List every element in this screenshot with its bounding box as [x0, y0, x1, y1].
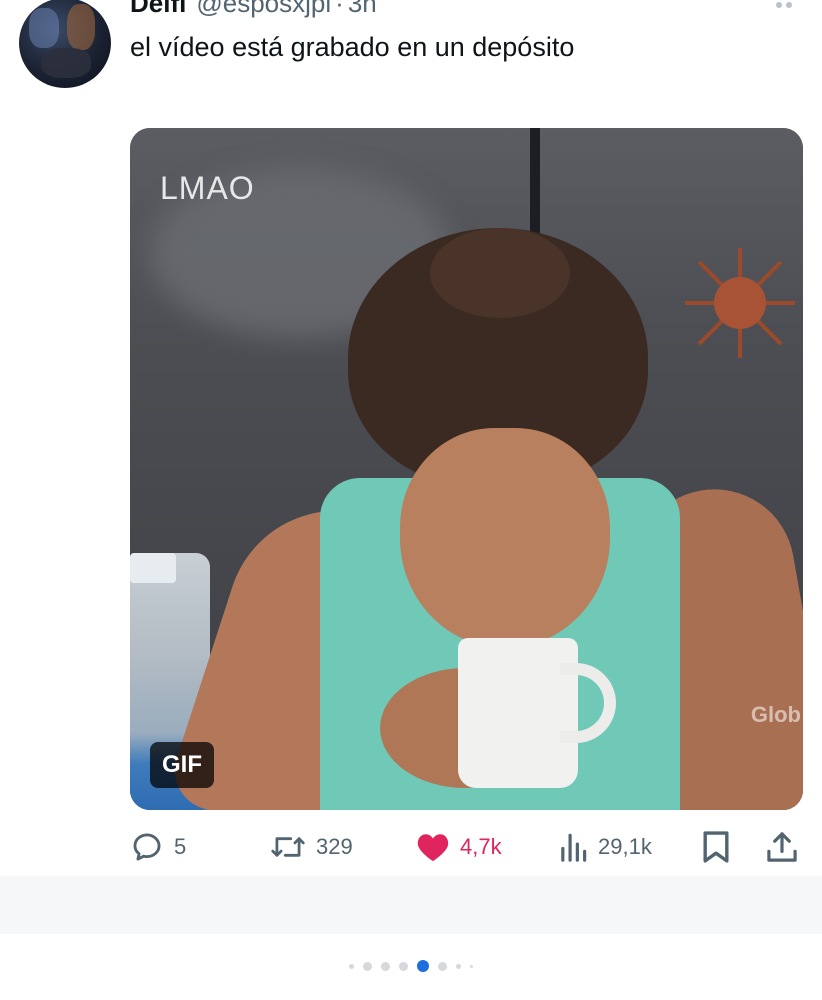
tweet-header: Delfi @esposxjpl · 3h	[130, 0, 377, 24]
page-dot[interactable]	[349, 963, 354, 969]
page-dot[interactable]	[381, 961, 390, 971]
page-dot-active[interactable]	[417, 960, 429, 972]
author-name[interactable]: Delfi	[130, 0, 186, 19]
analytics-icon	[561, 833, 587, 862]
author-handle[interactable]: @esposxjpl	[196, 0, 331, 19]
more-options-button[interactable]	[776, 0, 800, 12]
share-button[interactable]	[766, 824, 798, 870]
watermark: Glob	[750, 702, 801, 727]
like-button[interactable]: 4,7k	[416, 824, 502, 870]
timestamp[interactable]: 3h	[348, 0, 377, 19]
gif-badge[interactable]: GIF	[150, 742, 214, 788]
gif-caption: LMAO	[160, 170, 255, 206]
bookmark-button[interactable]	[702, 824, 730, 870]
views-button[interactable]: 29,1k	[558, 824, 652, 870]
avatar[interactable]	[19, 0, 111, 88]
face	[400, 428, 610, 648]
retweet-count: 329	[316, 834, 353, 859]
share-icon	[767, 832, 797, 862]
sun-decoration	[685, 248, 795, 358]
tweet[interactable]: Delfi @esposxjpl · 3h el vídeo está grab…	[0, 0, 822, 876]
reply-button[interactable]: 5	[130, 824, 186, 870]
page-dot[interactable]	[363, 961, 372, 971]
separator: ·	[335, 0, 344, 18]
action-bar: 5 329 4,7k 29,1k	[130, 824, 803, 870]
tweet-text: el vídeo está grabado en un depósito	[130, 32, 575, 62]
page-indicator	[0, 956, 822, 976]
bookmark-icon	[703, 831, 729, 863]
heart-icon	[417, 834, 449, 862]
retweet-button[interactable]: 329	[270, 824, 353, 870]
retweet-icon	[271, 837, 305, 857]
page-dot[interactable]	[470, 964, 473, 968]
section-divider	[0, 876, 822, 934]
page-dot[interactable]	[456, 963, 461, 969]
reply-count: 5	[174, 834, 187, 859]
reply-icon	[133, 833, 161, 861]
gif-media[interactable]: LMAO Glob GIF	[130, 128, 803, 810]
like-count: 4,7k	[460, 834, 502, 859]
views-count: 29,1k	[598, 834, 652, 859]
page-dot[interactable]	[399, 961, 408, 971]
page-dot[interactable]	[438, 961, 447, 971]
